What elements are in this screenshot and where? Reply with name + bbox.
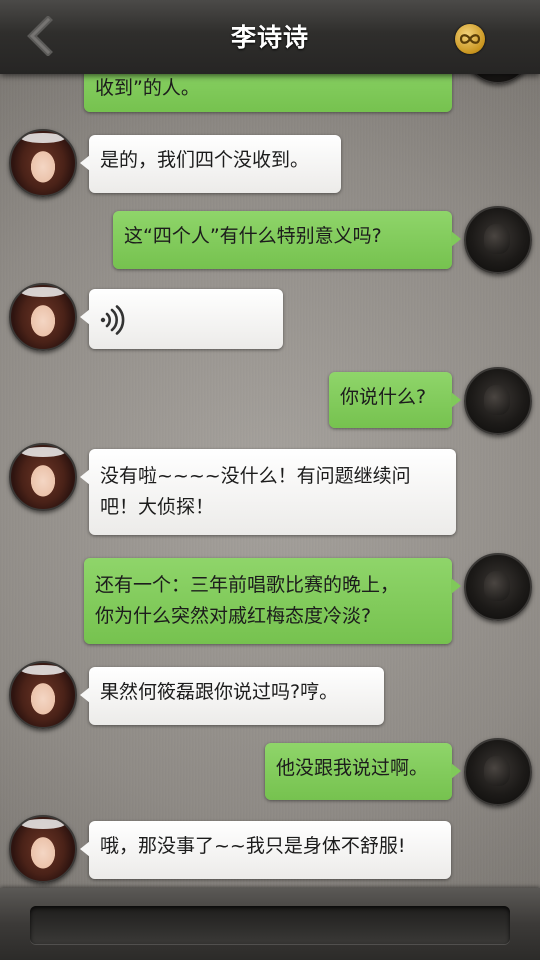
user-avatar[interactable]	[464, 553, 532, 621]
message-text: 收到”的人。	[95, 77, 200, 99]
message-bubble[interactable]: 他没跟我说过啊。	[265, 743, 461, 800]
message-bubble[interactable]: 没有啦~~~~没什么！有问题继续问 吧！大侦探！	[80, 449, 456, 535]
infinity-badge-icon	[459, 34, 481, 44]
user-avatar[interactable]	[464, 367, 532, 435]
message-line: 吧！大侦探！	[100, 496, 215, 518]
message-bubble[interactable]: 果然何筱磊跟你说过吗?哼。	[80, 667, 384, 725]
contact-avatar[interactable]	[9, 443, 77, 511]
contact-avatar[interactable]	[9, 815, 77, 883]
message-bubble[interactable]: 你说什么?	[329, 372, 461, 428]
message-line: 没有啦~~~~没什么！有问题继续问	[100, 465, 411, 487]
contact-avatar[interactable]	[9, 129, 77, 197]
top-bar: 李诗诗	[0, 0, 540, 74]
message-text: 哦，那没事了~~我只是身体不舒服!	[100, 835, 406, 857]
message-line: 还有一个：三年前唱歌比赛的晚上，	[95, 574, 400, 596]
message-bubble[interactable]: 是的，我们四个没收到。	[80, 135, 341, 193]
bottom-bar	[0, 888, 540, 960]
message-input[interactable]	[30, 906, 510, 944]
message-line: 你为什么突然对戚红梅态度冷淡?	[95, 605, 372, 627]
user-avatar[interactable]	[464, 206, 532, 274]
back-button[interactable]	[22, 15, 58, 57]
message-text: 他没跟我说过啊。	[276, 757, 429, 779]
message-text: 果然何筱磊跟你说过吗?哼。	[100, 681, 339, 703]
chat-area[interactable]: 收到”的人。 是的，我们四个没收到。 这“四个人”有什么特别意义吗? 你说什么?…	[0, 0, 540, 888]
message-bubble[interactable]: 还有一个：三年前唱歌比赛的晚上， 你为什么突然对戚红梅态度冷淡?	[84, 558, 461, 644]
page-title: 李诗诗	[230, 23, 309, 52]
message-bubble[interactable]: 这“四个人”有什么特别意义吗?	[113, 211, 461, 269]
infinity-badge-button[interactable]	[455, 24, 485, 54]
voice-message-bubble[interactable]	[80, 289, 283, 349]
message-text: 这“四个人”有什么特别意义吗?	[124, 225, 382, 247]
user-avatar[interactable]	[464, 738, 532, 806]
message-text: 是的，我们四个没收到。	[100, 149, 310, 171]
chevron-left-icon	[27, 15, 53, 57]
message-text: 你说什么?	[340, 386, 427, 408]
message-bubble[interactable]: 哦，那没事了~~我只是身体不舒服!	[80, 821, 451, 879]
contact-avatar[interactable]	[9, 661, 77, 729]
contact-avatar[interactable]	[9, 283, 77, 351]
voice-wave-icon	[100, 305, 125, 335]
